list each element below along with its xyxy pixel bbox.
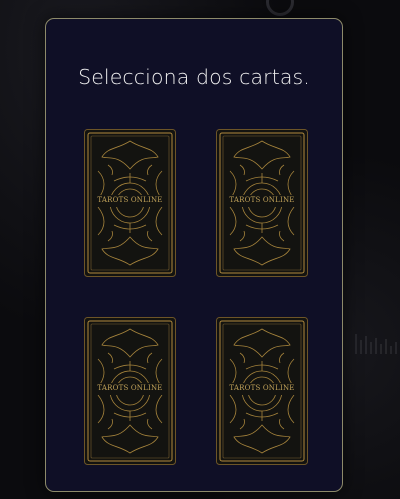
ornate-card-back-icon — [216, 317, 308, 465]
tarot-card-2[interactable]: TAROTS ONLINE — [216, 129, 308, 277]
card-selection-panel: Selecciona dos cartas. TAROTS ONLINE TAR… — [45, 18, 343, 492]
tarot-card-1[interactable]: TAROTS ONLINE — [84, 129, 176, 277]
ornate-card-back-icon — [216, 129, 308, 277]
background-texture — [355, 334, 397, 354]
tarot-card-3[interactable]: TAROTS ONLINE — [84, 317, 176, 465]
tarot-card-4[interactable]: TAROTS ONLINE — [216, 317, 308, 465]
background-ring-icon — [266, 0, 294, 16]
card-grid: TAROTS ONLINE TAROTS ONLINE TAROTS ONLIN… — [84, 129, 308, 473]
ornate-card-back-icon — [84, 129, 176, 277]
page-title: Selecciona dos cartas. — [78, 65, 310, 89]
ornate-card-back-icon — [84, 317, 176, 465]
